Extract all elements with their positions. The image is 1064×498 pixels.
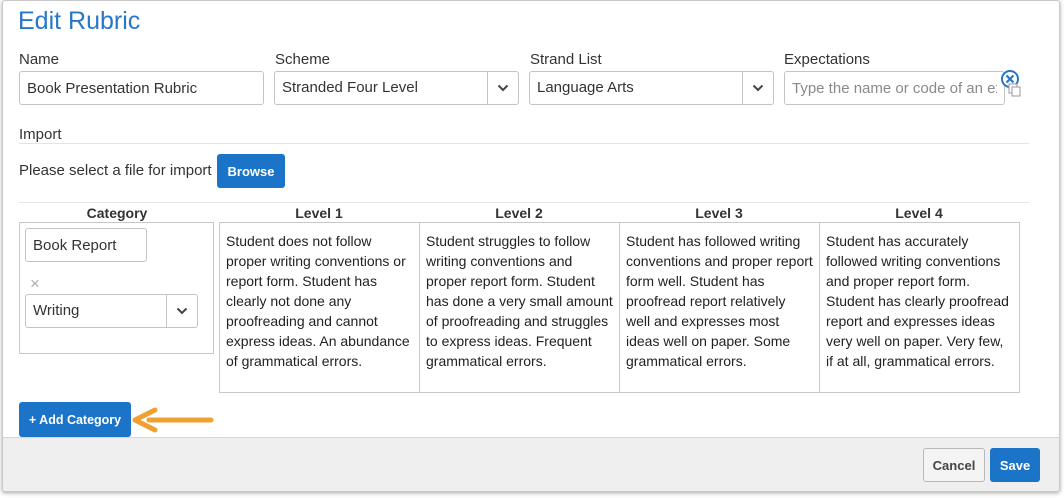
level-2-descriptor[interactable]: Student struggles to follow writing conv… [419,222,620,393]
save-button[interactable]: Save [990,448,1040,482]
expectations-label: Expectations [784,51,870,68]
category-strand-select[interactable]: Writing [25,294,198,328]
header-category: Category [86,205,148,221]
remove-category-icon[interactable]: × [30,274,40,294]
add-category-button[interactable]: + Add Category [19,402,131,437]
name-input[interactable] [19,71,264,105]
divider [19,143,1029,144]
name-label: Name [19,51,60,68]
header-level-4: Level 4 [895,205,943,221]
level-3-descriptor[interactable]: Student has followed writing conventions… [619,222,820,393]
category-name-input[interactable] [25,228,147,262]
strand-list-label: Strand List [530,51,602,68]
scheme-label: Scheme [275,51,331,68]
strand-list-select[interactable]: Language Arts [529,71,774,105]
expectations-input[interactable] [784,71,1005,105]
level-1-descriptor[interactable]: Student does not follow proper writing c… [219,222,420,393]
scheme-select[interactable]: Stranded Four Level [274,71,519,105]
level-4-descriptor[interactable]: Student has accurately followed writing … [819,222,1020,393]
import-prompt: Please select a file for import [19,162,212,179]
dialog-title: Edit Rubric [18,7,141,35]
edit-rubric-dialog: Edit Rubric Name Scheme Stranded Four Le… [2,0,1060,492]
chevron-down-icon[interactable] [487,72,518,104]
cancel-button[interactable]: Cancel [923,448,985,482]
header-level-1: Level 1 [295,205,343,221]
arrow-left-icon [127,405,217,435]
chevron-down-icon[interactable] [742,72,773,104]
category-strand-value: Writing [33,302,80,319]
divider [19,202,1029,203]
scheme-value: Stranded Four Level [282,79,418,96]
header-level-3: Level 3 [695,205,743,221]
dialog-footer: Cancel Save [3,437,1059,491]
header-level-2: Level 2 [495,205,543,221]
chevron-down-icon[interactable] [166,295,197,327]
browse-button[interactable]: Browse [217,154,285,188]
import-label: Import [19,126,62,143]
copy-icon[interactable] [1008,83,1022,97]
strand-list-value: Language Arts [537,79,634,96]
